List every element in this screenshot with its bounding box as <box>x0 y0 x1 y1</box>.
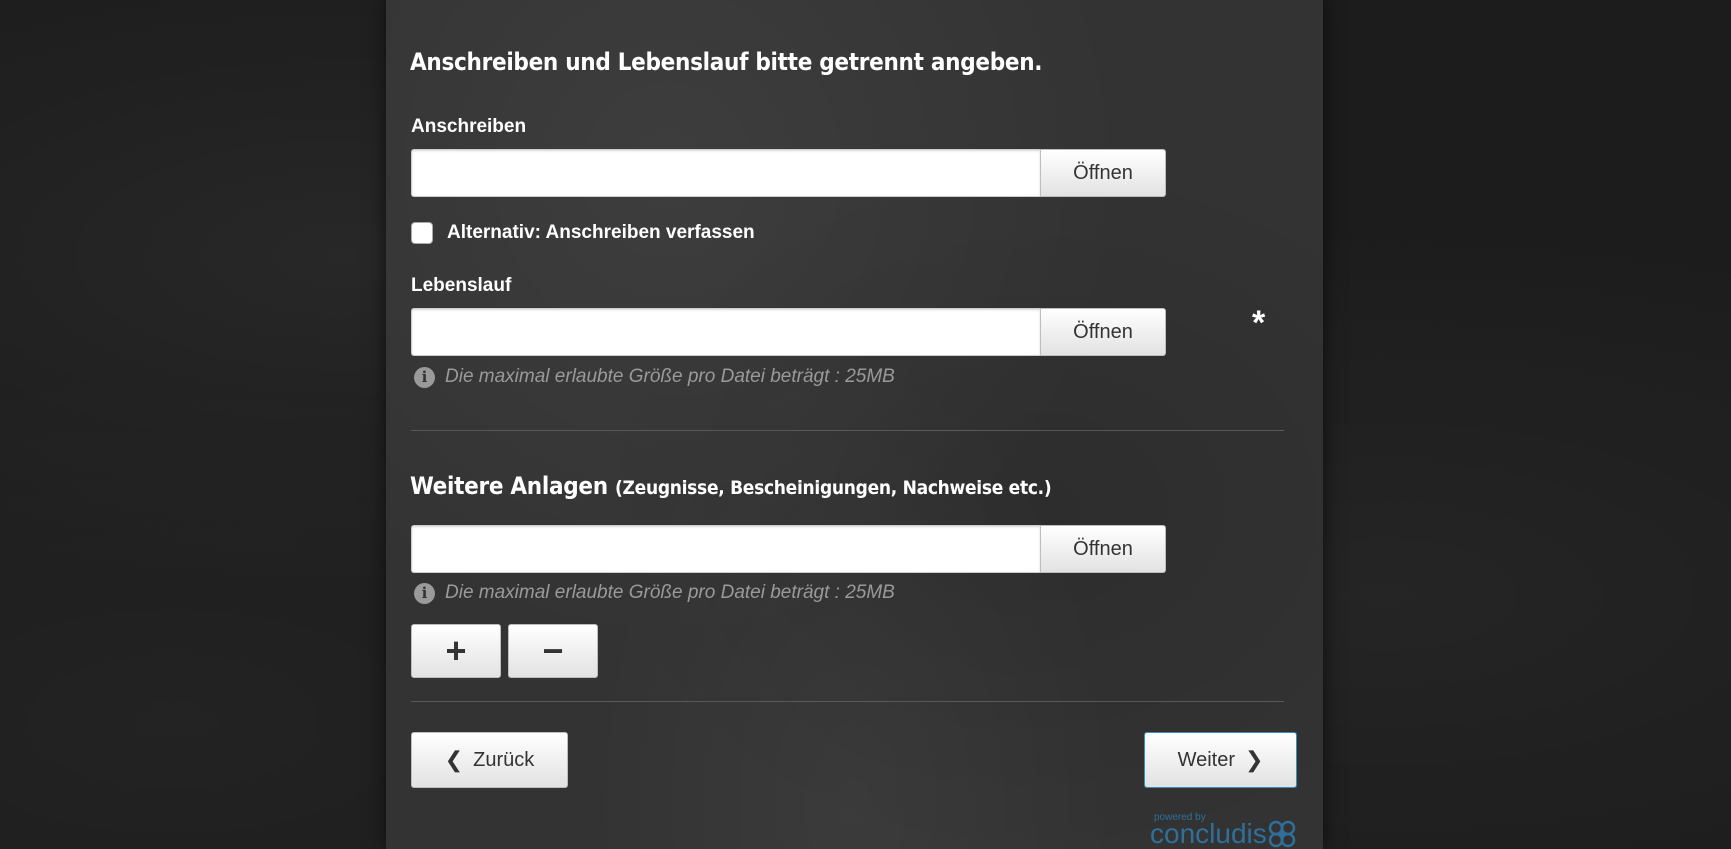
cv-label: Lebenslauf <box>411 275 512 296</box>
alternative-cover-letter-option[interactable]: Alternativ: Anschreiben verfassen <box>411 222 755 244</box>
cover-letter-label: Anschreiben <box>411 116 527 137</box>
brand-logo-icon <box>1268 820 1296 848</box>
attachments-heading: Weitere Anlagen (Zeugnisse, Bescheinigun… <box>410 472 1052 500</box>
next-button-label: Weiter <box>1177 748 1235 771</box>
brand-name: concludis <box>1150 818 1267 849</box>
cv-size-hint: i Die maximal erlaubte Größe pro Datei b… <box>414 366 895 388</box>
documents-heading: Anschreiben und Lebenslauf bitte getrenn… <box>410 48 1043 76</box>
attachments-heading-title: Weitere Anlagen <box>410 472 608 500</box>
attachment-upload: Öffnen <box>411 525 1166 573</box>
chevron-right-icon: ❯ <box>1244 747 1264 772</box>
section-divider <box>411 430 1284 431</box>
footer-divider <box>411 701 1284 702</box>
cover-letter-file-input[interactable] <box>411 149 1040 197</box>
cv-upload: Öffnen <box>411 308 1166 356</box>
alternative-cover-letter-checkbox[interactable] <box>411 222 433 244</box>
cv-size-hint-text: Die maximal erlaubte Größe pro Datei bet… <box>445 366 895 387</box>
info-circle-icon: i <box>414 582 435 604</box>
attachment-file-input[interactable] <box>411 525 1040 573</box>
remove-attachment-button[interactable]: − <box>508 624 598 678</box>
back-button[interactable]: ❮ Zurück <box>411 732 568 788</box>
application-panel: Anschreiben und Lebenslauf bitte getrenn… <box>386 0 1323 849</box>
chevron-left-icon: ❮ <box>444 747 464 772</box>
attachment-size-hint: i Die maximal erlaubte Größe pro Datei b… <box>414 582 895 604</box>
alternative-cover-letter-label[interactable]: Alternativ: Anschreiben verfassen <box>447 222 755 244</box>
cv-file-input[interactable] <box>411 308 1040 356</box>
cv-open-button[interactable]: Öffnen <box>1040 308 1166 356</box>
cover-letter-upload: Öffnen <box>411 149 1166 197</box>
attachment-size-hint-text: Die maximal erlaubte Größe pro Datei bet… <box>445 582 895 603</box>
required-marker: * <box>1252 304 1266 342</box>
cover-letter-open-button[interactable]: Öffnen <box>1040 149 1166 197</box>
back-button-label: Zurück <box>473 748 535 771</box>
attachments-heading-subtitle: (Zeugnisse, Bescheinigungen, Nachweise e… <box>615 477 1052 499</box>
next-button[interactable]: Weiter ❯ <box>1144 732 1297 788</box>
info-circle-icon: i <box>414 366 435 388</box>
minus-icon: − <box>542 630 564 671</box>
plus-icon: + <box>445 630 467 671</box>
attachment-open-button[interactable]: Öffnen <box>1040 525 1166 573</box>
add-attachment-button[interactable]: + <box>411 624 501 678</box>
